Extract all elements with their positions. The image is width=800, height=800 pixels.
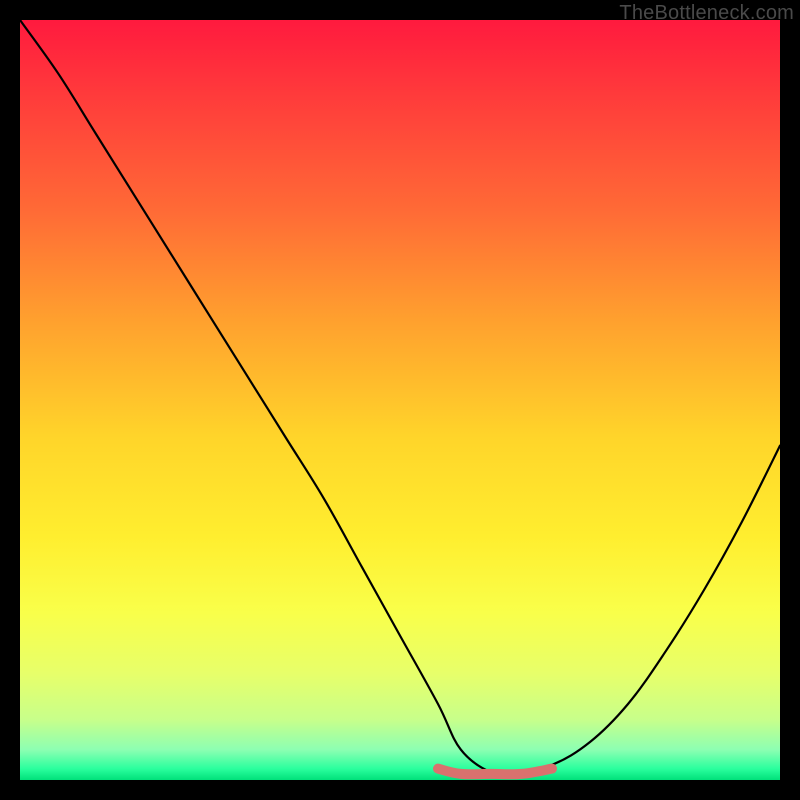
marker-band [438,769,552,775]
bottleneck-curve [20,20,780,775]
chart-plot-area [20,20,780,780]
chart-svg [20,20,780,780]
chart-frame: TheBottleneck.com [0,0,800,800]
watermark-text: TheBottleneck.com [619,2,794,25]
